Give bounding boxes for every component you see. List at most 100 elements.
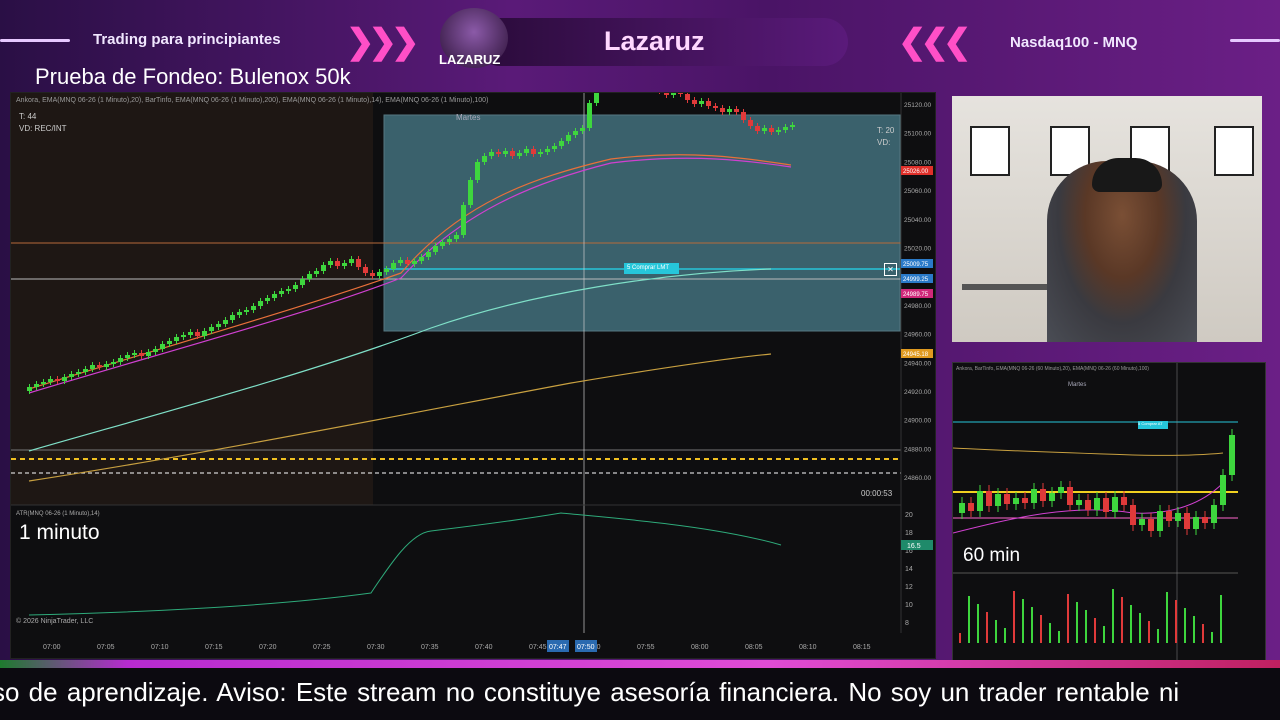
candle-body bbox=[769, 128, 774, 132]
decor-bar bbox=[0, 660, 1280, 668]
time-tick-label: 07:15 bbox=[205, 644, 223, 651]
secondary-chart-canvas[interactable] bbox=[953, 363, 1265, 660]
c2-candle-body bbox=[1229, 435, 1235, 475]
c2-volume-bar bbox=[995, 620, 997, 643]
candle-body bbox=[363, 267, 368, 273]
c2-candle-body bbox=[1058, 487, 1064, 493]
candle-body bbox=[566, 135, 571, 141]
candle-body bbox=[440, 242, 445, 246]
instrument-label: Nasdaq100 - MNQ bbox=[1010, 34, 1138, 51]
candle-body bbox=[776, 130, 781, 132]
price-tick-label: 25080.00 bbox=[904, 159, 931, 166]
c2-candle-body bbox=[986, 491, 992, 506]
candle-body bbox=[370, 273, 375, 276]
candle-body bbox=[790, 125, 795, 127]
atr-axis: 201816141210816.5 bbox=[901, 512, 933, 627]
time-tick-label: 07:35 bbox=[421, 644, 439, 651]
challenge-subtitle: Prueba de Fondeo: Bulenox 50k bbox=[35, 64, 351, 89]
atr-tick-label: 20 bbox=[905, 512, 913, 519]
candle-body bbox=[594, 93, 599, 103]
c2-volume-bar bbox=[1220, 595, 1222, 643]
candle-body bbox=[468, 180, 473, 205]
chart-right-info-line: T: 20 bbox=[877, 126, 895, 135]
time-highlight-label: 07:50 bbox=[577, 644, 595, 651]
candle-body bbox=[405, 260, 410, 264]
main-chart-canvas[interactable]: 25120.00 25100.00 25080.00 25060.00 25040.00… bbox=[11, 93, 935, 658]
time-tick-label: 07:40 bbox=[475, 644, 493, 651]
secondary-price-chart[interactable]: Ankora, BarTinfo, EMA(MNQ 06-26 (60 Minu… bbox=[952, 362, 1266, 661]
candle-body bbox=[713, 106, 718, 108]
candle-body bbox=[104, 364, 109, 367]
candle-body bbox=[251, 306, 256, 310]
time-tick-label: 07:05 bbox=[97, 644, 115, 651]
atr-line bbox=[28, 512, 782, 616]
timeframe-label: 1 minuto bbox=[19, 521, 100, 544]
chart-right-info-line: VD: bbox=[877, 138, 891, 147]
decor-line-left bbox=[0, 39, 70, 42]
c2-volume-bar bbox=[1058, 631, 1060, 643]
stream-title: Lazaruz bbox=[604, 26, 705, 56]
buy-order-tag[interactable]: 5 Comprar LMT bbox=[624, 263, 679, 274]
candle-body bbox=[258, 301, 263, 306]
c2-ema-line bbox=[953, 447, 1224, 456]
candle-body bbox=[412, 261, 417, 264]
price-axis: 25120.00 25100.00 25080.00 25060.00 25040.00… bbox=[901, 102, 933, 482]
price-tick-label: 24860.00 bbox=[904, 475, 931, 482]
candle-body bbox=[692, 100, 697, 104]
bar-timer: 00:00:53 bbox=[861, 489, 893, 498]
candle-body bbox=[209, 327, 214, 331]
candle-body bbox=[356, 259, 361, 267]
atr-tick-label: 14 bbox=[905, 566, 913, 573]
atr-value-label: 16.5 bbox=[907, 543, 921, 550]
candle-body bbox=[62, 377, 67, 381]
candle-body bbox=[454, 235, 459, 239]
c2-candle-body bbox=[1103, 498, 1109, 512]
candle-body bbox=[748, 120, 753, 126]
candle-body bbox=[202, 331, 207, 336]
decor-line-right bbox=[1230, 39, 1280, 42]
candle-body bbox=[321, 265, 326, 271]
price-highlight-label: 24989.75 bbox=[903, 292, 929, 298]
c2-candle-body bbox=[1085, 500, 1091, 510]
price-highlight-label: 25026.00 bbox=[903, 169, 929, 175]
candle-body bbox=[230, 315, 235, 320]
candle-body bbox=[482, 156, 487, 162]
close-icon[interactable]: ✕ bbox=[884, 263, 897, 276]
candle-body bbox=[524, 149, 529, 153]
chart-info-line: T: 44 bbox=[19, 112, 37, 121]
c2-volume-bar bbox=[1157, 629, 1159, 643]
time-tick-label: 07:30 bbox=[367, 644, 385, 651]
c2-volume-bar bbox=[1031, 607, 1033, 643]
c2-volume-bar bbox=[1076, 602, 1078, 643]
c2-candle-body bbox=[1211, 505, 1217, 523]
chart-header: Ankora, EMA(MNQ 06-26 (1 Minuto),20), Ba… bbox=[16, 97, 489, 104]
copyright-label: © 2026 NinjaTrader, LLC bbox=[16, 618, 94, 625]
candle-body bbox=[503, 151, 508, 154]
c2-volume-bar bbox=[986, 612, 988, 643]
candle-body bbox=[167, 341, 172, 344]
candle-body bbox=[139, 353, 144, 356]
c2-buy-tag[interactable]: 5 Comprar AT bbox=[1138, 421, 1168, 429]
c2-candle-body bbox=[1220, 475, 1226, 505]
c2-volume-bar bbox=[1094, 618, 1096, 643]
c2-candle-body bbox=[1013, 498, 1019, 504]
main-price-chart[interactable]: 25120.00 25100.00 25080.00 25060.00 25040.00… bbox=[10, 92, 936, 659]
c2-volume-bar bbox=[1202, 624, 1204, 643]
candle-body bbox=[160, 344, 165, 349]
candle-body bbox=[41, 382, 46, 384]
c2-candle-body bbox=[1076, 500, 1082, 505]
candle-body bbox=[55, 379, 60, 381]
price-tick-label: 25120.00 bbox=[904, 102, 931, 109]
candle-body bbox=[272, 294, 277, 298]
candle-body bbox=[559, 141, 564, 146]
candle-body bbox=[76, 372, 81, 374]
candle-body bbox=[706, 101, 711, 106]
time-tick-label: 07:45 bbox=[529, 644, 547, 651]
c2-volume-bar bbox=[1166, 592, 1168, 643]
price-tick-label: 24900.00 bbox=[904, 418, 931, 425]
candle-body bbox=[755, 126, 760, 131]
candle-body bbox=[727, 109, 732, 112]
candle-body bbox=[132, 353, 137, 355]
candle-body bbox=[475, 162, 480, 180]
time-axis: 07:00 07:05 07:10 07:15 07:20 07:25 07:30 07:35… bbox=[43, 640, 871, 652]
